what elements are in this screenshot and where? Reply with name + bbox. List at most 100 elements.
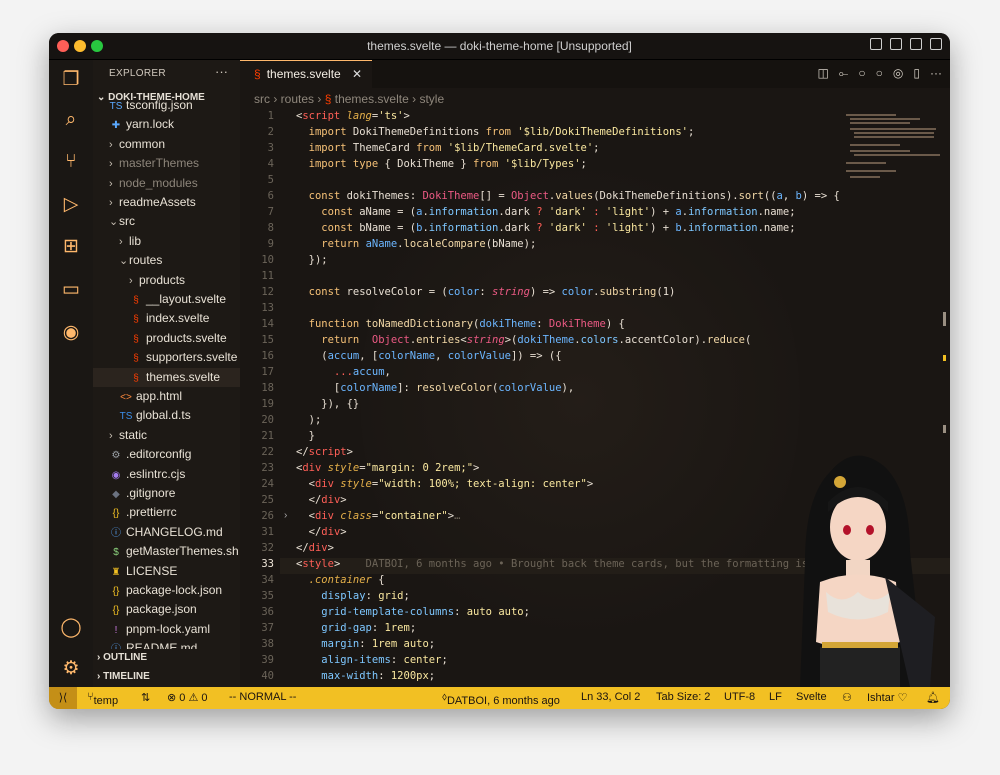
tab-size[interactable]: Tab Size: 2 <box>656 691 710 703</box>
file-tree-item[interactable]: {} package.json <box>93 600 240 619</box>
title-bar: themes.svelte — doki-theme-home [Unsuppo… <box>49 33 950 60</box>
code-line: }); <box>296 254 328 266</box>
close-tab-icon[interactable]: ✕ <box>352 61 362 87</box>
live-share-icon[interactable]: ⚇ <box>842 691 852 704</box>
chevron-down-icon: ⌄ <box>119 255 129 268</box>
more-actions-icon[interactable]: ··· <box>215 64 228 79</box>
end-of-line[interactable]: LF <box>769 691 782 703</box>
customize-layout-icon[interactable] <box>930 38 942 50</box>
explorer-icon[interactable]: ❐ <box>59 68 83 92</box>
sync-icon[interactable]: ⇅ <box>141 691 150 704</box>
notifications-bell-icon[interactable]: 🔔︎ <box>926 691 940 704</box>
line-number: 19 <box>261 398 274 410</box>
breadcrumb-symbol[interactable]: style <box>419 92 444 106</box>
file-tree-label: .prettierrc <box>126 505 177 520</box>
file-tree-item[interactable]: § supporters.svelte <box>93 348 240 367</box>
file-tree-item[interactable]: › products <box>93 271 240 290</box>
go-back-change-icon[interactable]: ⟜ <box>839 66 849 81</box>
file-tree-item[interactable]: ⚙ .editorconfig <box>93 445 240 464</box>
blame-label: DATBOI, 6 months ago <box>446 695 560 707</box>
file-tree-item[interactable]: TS tsconfig.json <box>93 96 240 115</box>
scrollbar-thumb[interactable] <box>943 312 946 326</box>
file-tree-item[interactable]: ✚ yarn.lock <box>93 115 240 134</box>
open-preview-icon[interactable]: ◫ <box>817 66 828 81</box>
tab-themes-svelte[interactable]: § themes.svelte ✕ <box>240 60 372 88</box>
line-number: 40 <box>261 670 274 682</box>
file-tree-item[interactable]: ! pnpm-lock.yaml <box>93 620 240 639</box>
svelte-file-icon: § <box>133 295 139 306</box>
language-mode[interactable]: Svelte <box>796 691 827 703</box>
gitlens-icon[interactable]: ◉ <box>59 321 83 345</box>
account-icon[interactable]: ◯ <box>59 616 83 640</box>
toggle-panel-icon[interactable] <box>890 38 902 50</box>
file-tree-item[interactable]: › readmeAssets <box>93 193 240 212</box>
toggle-sidebar-icon[interactable] <box>870 38 882 50</box>
file-file-icon: ✚ <box>111 120 121 132</box>
file-tree-item[interactable]: <> app.html <box>93 387 240 406</box>
file-tree-item[interactable]: $ getMasterThemes.sh <box>93 542 240 561</box>
extensions-icon[interactable]: ⊞ <box>59 235 83 259</box>
open-changes-icon[interactable]: ◎ <box>893 66 903 81</box>
shell-file-icon: $ <box>113 547 119 559</box>
file-tree-item[interactable]: § themes.svelte <box>93 367 240 387</box>
previous-commit-icon[interactable]: ○ <box>858 66 865 81</box>
code-line: </div> <box>296 526 347 538</box>
code-line: (accum, [colorName, colorValue]) => ({ <box>296 350 562 362</box>
encoding[interactable]: UTF-8 <box>724 691 755 703</box>
file-tree-item[interactable]: § products.svelte <box>93 329 240 348</box>
file-tree-item[interactable]: ⓘ CHANGELOG.md <box>93 523 240 542</box>
more-editor-actions-icon[interactable]: ··· <box>930 66 942 81</box>
line-number: 13 <box>261 302 274 314</box>
file-tree-item[interactable]: ⌄src <box>93 212 240 231</box>
outline-section[interactable]: › OUTLINE <box>93 649 240 667</box>
file-tree-item[interactable]: › masterThemes <box>93 154 240 173</box>
vim-mode: -- NORMAL -- <box>229 691 297 703</box>
svelte-file-icon: § <box>324 92 332 106</box>
file-tree-item[interactable]: ◆ .gitignore <box>93 484 240 503</box>
cursor-position[interactable]: Ln 33, Col 2 <box>581 691 640 703</box>
file-tree-item[interactable]: › node_modules <box>93 174 240 193</box>
search-icon[interactable]: ⌕ <box>59 108 83 132</box>
remote-indicator-icon[interactable]: ⟩⟨ <box>49 687 77 709</box>
gear-file-icon: ⚙ <box>111 450 121 462</box>
file-tree-item[interactable]: TS global.d.ts <box>93 406 240 425</box>
file-tree-item[interactable]: ♜ LICENSE <box>93 562 240 581</box>
code-line: }), {} <box>296 398 360 410</box>
branch-status[interactable]: ⑂ temp <box>87 691 118 707</box>
code-line: <div class="container">… <box>296 510 461 522</box>
chevron-down-icon: ⌄ <box>109 216 119 229</box>
split-editor-icon[interactable]: ▯ <box>913 66 920 81</box>
fold-chevron-icon[interactable]: › <box>284 510 287 521</box>
theme-status[interactable]: Ishtar ♡ <box>867 691 907 704</box>
file-tree-item[interactable]: › lib <box>93 232 240 251</box>
file-tree-item[interactable]: › static <box>93 426 240 445</box>
line-number: 2 <box>267 126 274 138</box>
line-number: 22 <box>261 446 274 458</box>
file-tree-label: pnpm-lock.yaml <box>126 621 211 636</box>
timeline-section[interactable]: › TIMELINE <box>93 668 240 686</box>
explorer-header: EXPLORER <box>109 68 166 79</box>
next-commit-icon[interactable]: ○ <box>876 66 883 81</box>
minimap[interactable] <box>846 110 940 190</box>
file-tree-item[interactable]: § index.svelte <box>93 309 240 328</box>
remote-explorer-icon[interactable]: ▭ <box>59 278 83 302</box>
settings-gear-icon[interactable]: ⚙ <box>59 657 83 681</box>
breadcrumb-routes[interactable]: routes <box>281 92 314 106</box>
breadcrumb-src[interactable]: src <box>254 92 270 106</box>
source-control-icon[interactable]: ⑂ <box>59 150 83 174</box>
breadcrumb-file[interactable]: themes.svelte <box>335 92 409 106</box>
file-tree-item[interactable]: {} .prettierrc <box>93 503 240 522</box>
file-tree-item[interactable]: ◉ .eslintrc.cjs <box>93 465 240 484</box>
file-tree-item[interactable]: ⌄routes <box>93 251 240 270</box>
file-tree-item[interactable]: {} package-lock.json <box>93 581 240 600</box>
git-blame-status[interactable]: ⬨ DATBOI, 6 months ago <box>442 691 560 707</box>
svelte-file-icon: § <box>254 67 261 81</box>
html-file-icon: <> <box>120 392 132 403</box>
chevron-right-icon: › <box>109 197 113 209</box>
problems-status[interactable]: ⊗ 0 ⚠ 0 <box>167 691 207 704</box>
ts-file-icon: TS <box>119 411 133 423</box>
file-tree-item[interactable]: § __layout.svelte <box>93 290 240 309</box>
toggle-secondary-sidebar-icon[interactable] <box>910 38 922 50</box>
file-tree-item[interactable]: › common <box>93 135 240 154</box>
run-debug-icon[interactable]: ▷ <box>59 193 83 217</box>
